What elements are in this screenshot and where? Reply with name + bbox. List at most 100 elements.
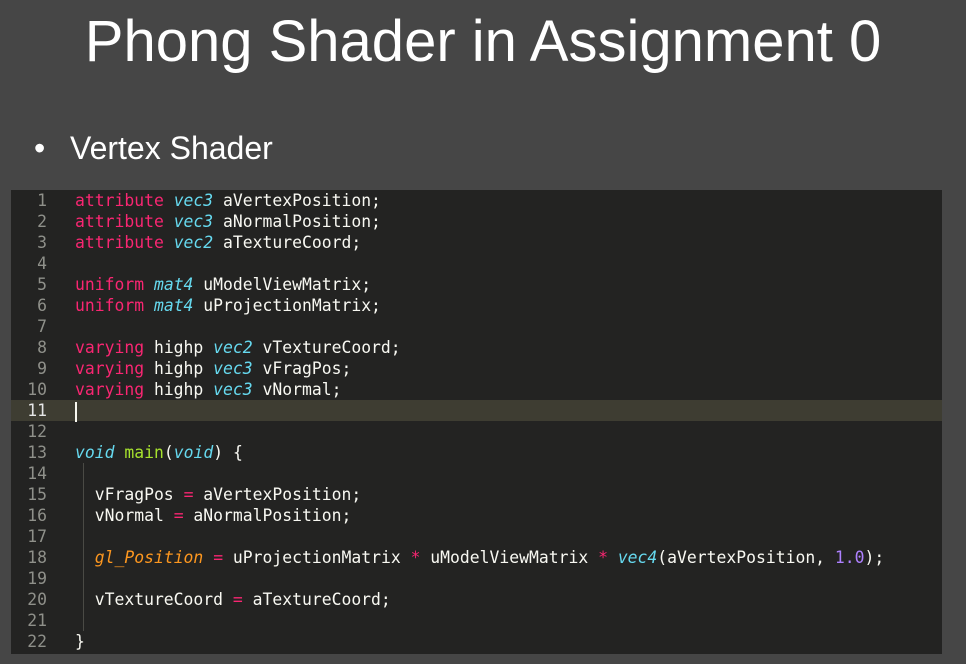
code-token: }: [75, 632, 85, 651]
code-token: attribute: [75, 233, 164, 252]
code-token: (: [163, 443, 174, 462]
code-token: vFragPos: [75, 485, 184, 504]
code-token: 1.0: [834, 548, 865, 567]
code-token: *: [598, 548, 608, 567]
code-line[interactable]: 20 vTextureCoord = aTextureCoord;: [11, 589, 942, 610]
slide-title: Phong Shader in Assignment 0: [84, 9, 882, 74]
line-number: 9: [37, 359, 47, 378]
code-line[interactable]: 9 varying highp vec3 vFragPos;: [11, 358, 942, 379]
code-token: aNormalPosition;: [183, 506, 352, 525]
line-number: 8: [37, 338, 47, 357]
code-token: aVertexPosition;: [193, 485, 362, 504]
line-number: 20: [27, 590, 47, 609]
line-number: 12: [27, 422, 47, 441]
code-token: mat4: [153, 296, 194, 315]
code-line[interactable]: 21: [11, 610, 942, 631]
code-line[interactable]: 12: [11, 421, 942, 442]
code-line[interactable]: 15 vFragPos = aVertexPosition;: [11, 484, 942, 505]
code-token: =: [213, 548, 224, 567]
code-token: vec3: [213, 380, 253, 399]
line-number: 6: [37, 296, 47, 315]
code-text: void main(void) {: [75, 442, 243, 463]
line-number: 15: [27, 485, 47, 504]
code-token: void: [173, 443, 214, 462]
code-token: vFragPos;: [252, 359, 352, 378]
code-token: vec3: [173, 212, 214, 231]
bullet-marker: •: [34, 130, 46, 166]
code-text: uniform mat4 uModelViewMatrix;: [75, 274, 371, 295]
code-line[interactable]: 13 void main(void) {: [11, 442, 942, 463]
code-token: vNormal;: [252, 380, 342, 399]
bullet-text: Vertex Shader: [70, 130, 273, 166]
code-token: uniform: [75, 275, 145, 294]
line-number: 3: [37, 233, 47, 252]
code-line[interactable]: 18 gl_Position = uProjectionMatrix * uMo…: [11, 547, 942, 568]
code-line[interactable]: 8 varying highp vec2 vTextureCoord;: [11, 337, 942, 358]
code-line[interactable]: 22}: [11, 631, 942, 652]
code-text: gl_Position = uProjectionMatrix * uModel…: [75, 547, 885, 568]
line-number: 19: [27, 569, 47, 588]
code-text: attribute vec2 aTextureCoord;: [75, 232, 361, 253]
code-line[interactable]: 1 attribute vec3 aVertexPosition;: [11, 190, 942, 211]
code-token: uniform: [75, 296, 145, 315]
code-line[interactable]: 10 varying highp vec3 vNormal;: [11, 379, 942, 400]
code-text: [75, 400, 77, 422]
code-token: vec4: [617, 548, 658, 567]
code-token: uModelViewMatrix;: [193, 275, 372, 294]
line-number: 5: [37, 275, 47, 294]
code-line[interactable]: 19: [11, 568, 942, 589]
indent-guide: [83, 463, 84, 631]
code-text: varying highp vec3 vFragPos;: [75, 358, 351, 379]
line-number: 17: [27, 527, 47, 546]
code-line[interactable]: 4: [11, 253, 942, 274]
line-number: 22: [27, 632, 47, 651]
code-line[interactable]: 3 attribute vec2 aTextureCoord;: [11, 232, 942, 253]
code-editor[interactable]: 1 attribute vec3 aVertexPosition; 2 attribu…: [11, 190, 942, 654]
line-number: 7: [37, 317, 47, 336]
code-token: vec2: [173, 233, 214, 252]
line-number: 4: [37, 254, 47, 273]
code-line[interactable]: 5 uniform mat4 uModelViewMatrix;: [11, 274, 942, 295]
code-token: aNormalPosition;: [213, 212, 381, 231]
code-token: attribute: [75, 212, 164, 231]
code-text: vTextureCoord = aTextureCoord;: [75, 589, 391, 610]
code-line[interactable]: 16 vNormal = aNormalPosition;: [11, 505, 942, 526]
code-text: varying highp vec3 vNormal;: [75, 379, 341, 400]
code-line[interactable]: 11: [11, 400, 942, 422]
code-token: =: [183, 485, 194, 504]
code-token: gl_Position: [94, 548, 204, 567]
code-token: varying: [75, 359, 145, 378]
line-number: 18: [27, 548, 47, 567]
code-token: vec3: [213, 359, 253, 378]
code-line[interactable]: 6 uniform mat4 uProjectionMatrix;: [11, 295, 942, 316]
code-text: varying highp vec2 vTextureCoord;: [75, 337, 401, 358]
code-token: );: [864, 548, 885, 567]
code-token: uProjectionMatrix;: [193, 296, 381, 315]
line-number: 1: [37, 191, 47, 210]
line-number: 13: [27, 443, 47, 462]
code-text: attribute vec3 aNormalPosition;: [75, 211, 381, 232]
code-token: main: [124, 443, 164, 462]
code-line[interactable]: 14: [11, 463, 942, 484]
line-number: 11: [27, 401, 47, 420]
code-token: varying: [75, 338, 145, 357]
code-token: vec2: [213, 338, 253, 357]
code-line[interactable]: 17: [11, 526, 942, 547]
code-token: uModelViewMatrix: [420, 548, 599, 567]
code-token: ) {: [213, 443, 243, 462]
code-text: attribute vec3 aVertexPosition;: [75, 190, 381, 211]
code-line[interactable]: 7: [11, 316, 942, 337]
code-line[interactable]: 2 attribute vec3 aNormalPosition;: [11, 211, 942, 232]
code-text: vNormal = aNormalPosition;: [75, 505, 352, 526]
line-number: 2: [37, 212, 47, 231]
line-number: 10: [27, 380, 47, 399]
